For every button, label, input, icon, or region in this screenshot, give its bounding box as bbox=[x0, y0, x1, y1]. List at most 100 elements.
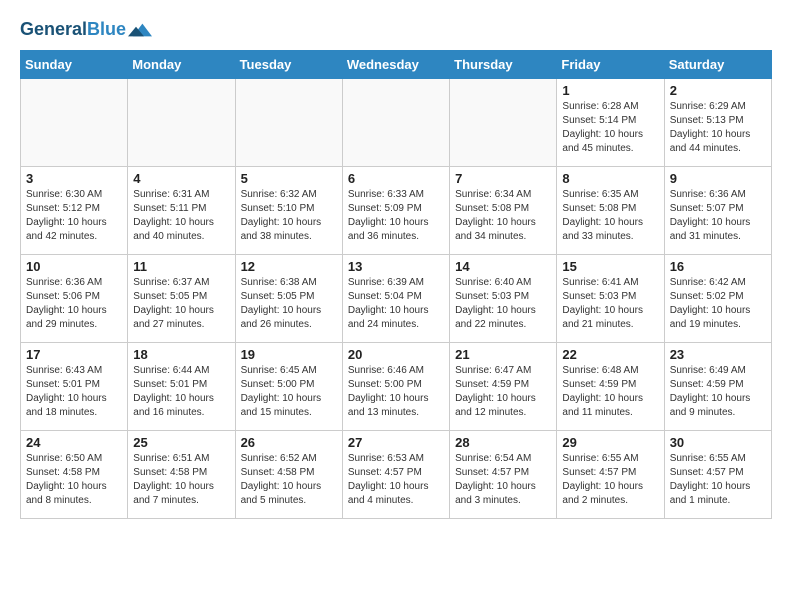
calendar-cell: 18Sunrise: 6:44 AM Sunset: 5:01 PM Dayli… bbox=[128, 343, 235, 431]
day-info: Sunrise: 6:32 AM Sunset: 5:10 PM Dayligh… bbox=[241, 188, 337, 244]
day-info: Sunrise: 6:46 AM Sunset: 5:00 PM Dayligh… bbox=[348, 364, 444, 420]
day-number: 8 bbox=[562, 171, 658, 186]
calendar-header-row: SundayMondayTuesdayWednesdayThursdayFrid… bbox=[21, 51, 772, 79]
calendar-cell: 20 Sunrise: 6:46 AM Sunset: 5:00 PM Dayli… bbox=[342, 343, 449, 431]
logo: GeneralBlue bbox=[20, 20, 152, 40]
calendar-cell: 24 Sunrise: 6:50 AM Sunset: 4:58 PM Dayli… bbox=[21, 431, 128, 519]
calendar-table: SundayMondayTuesdayWednesdayThursdayFrid… bbox=[20, 50, 772, 519]
day-number: 3 bbox=[26, 171, 122, 186]
day-info: Sunrise: 6:55 AM Sunset: 4:57 PM Dayligh… bbox=[670, 452, 766, 508]
calendar-cell: 25 Sunrise: 6:51 AM Sunset: 4:58 PM Dayli… bbox=[128, 431, 235, 519]
calendar-cell: 2 Sunrise: 6:29 AM Sunset: 5:13 PM Daylig… bbox=[664, 79, 771, 167]
day-number: 20 bbox=[348, 347, 444, 362]
weekday-header-monday: Monday bbox=[128, 51, 235, 79]
day-number: 22 bbox=[562, 347, 658, 362]
day-info: Sunrise: 6:39 AM Sunset: 5:04 PM Dayligh… bbox=[348, 276, 444, 332]
calendar-week-row: 1 Sunrise: 6:28 AM Sunset: 5:14 PM Daylig… bbox=[21, 79, 772, 167]
calendar-week-row: 3 Sunrise: 6:30 AM Sunset: 5:12 PM Daylig… bbox=[21, 167, 772, 255]
calendar-cell: 27 Sunrise: 6:53 AM Sunset: 4:57 PM Dayli… bbox=[342, 431, 449, 519]
calendar-cell: 28 Sunrise: 6:54 AM Sunset: 4:57 PM Dayli… bbox=[450, 431, 557, 519]
day-info: Sunrise: 6:44 AM Sunset: 5:01 PM Dayligh… bbox=[133, 364, 229, 420]
calendar-cell: 6 Sunrise: 6:33 AM Sunset: 5:09 PM Daylig… bbox=[342, 167, 449, 255]
calendar-cell: 23 Sunrise: 6:49 AM Sunset: 4:59 PM Dayli… bbox=[664, 343, 771, 431]
day-number: 27 bbox=[348, 435, 444, 450]
calendar-cell: 1 Sunrise: 6:28 AM Sunset: 5:14 PM Daylig… bbox=[557, 79, 664, 167]
day-info: Sunrise: 6:54 AM Sunset: 4:57 PM Dayligh… bbox=[455, 452, 551, 508]
calendar-cell bbox=[21, 79, 128, 167]
day-number: 24 bbox=[26, 435, 122, 450]
day-info: Sunrise: 6:55 AM Sunset: 4:57 PM Dayligh… bbox=[562, 452, 658, 508]
day-info: Sunrise: 6:53 AM Sunset: 4:57 PM Dayligh… bbox=[348, 452, 444, 508]
day-number: 28 bbox=[455, 435, 551, 450]
calendar-cell bbox=[128, 79, 235, 167]
day-number: 4 bbox=[133, 171, 229, 186]
day-info: Sunrise: 6:47 AM Sunset: 4:59 PM Dayligh… bbox=[455, 364, 551, 420]
day-number: 21 bbox=[455, 347, 551, 362]
day-number: 15 bbox=[562, 259, 658, 274]
day-number: 5 bbox=[241, 171, 337, 186]
calendar-cell: 21 Sunrise: 6:47 AM Sunset: 4:59 PM Dayli… bbox=[450, 343, 557, 431]
day-info: Sunrise: 6:49 AM Sunset: 4:59 PM Dayligh… bbox=[670, 364, 766, 420]
calendar-week-row: 10 Sunrise: 6:36 AM Sunset: 5:06 PM Dayli… bbox=[21, 255, 772, 343]
day-info: Sunrise: 6:40 AM Sunset: 5:03 PM Dayligh… bbox=[455, 276, 551, 332]
calendar-week-row: 24 Sunrise: 6:50 AM Sunset: 4:58 PM Dayli… bbox=[21, 431, 772, 519]
day-info: Sunrise: 6:30 AM Sunset: 5:12 PM Dayligh… bbox=[26, 188, 122, 244]
weekday-header-sunday: Sunday bbox=[21, 51, 128, 79]
calendar-cell: 15 Sunrise: 6:41 AM Sunset: 5:03 PM Dayli… bbox=[557, 255, 664, 343]
weekday-header-friday: Friday bbox=[557, 51, 664, 79]
calendar-cell bbox=[450, 79, 557, 167]
calendar-cell: 30Sunrise: 6:55 AM Sunset: 4:57 PM Dayli… bbox=[664, 431, 771, 519]
day-number: 25 bbox=[133, 435, 229, 450]
calendar-cell: 12Sunrise: 6:38 AM Sunset: 5:05 PM Dayli… bbox=[235, 255, 342, 343]
calendar-cell: 10 Sunrise: 6:36 AM Sunset: 5:06 PM Dayli… bbox=[21, 255, 128, 343]
calendar-cell: 19Sunrise: 6:45 AM Sunset: 5:00 PM Dayli… bbox=[235, 343, 342, 431]
calendar-cell: 9 Sunrise: 6:36 AM Sunset: 5:07 PM Daylig… bbox=[664, 167, 771, 255]
day-number: 11 bbox=[133, 259, 229, 274]
day-number: 6 bbox=[348, 171, 444, 186]
calendar-cell: 5 Sunrise: 6:32 AM Sunset: 5:10 PM Daylig… bbox=[235, 167, 342, 255]
day-number: 19 bbox=[241, 347, 337, 362]
calendar-cell: 11 Sunrise: 6:37 AM Sunset: 5:05 PM Dayli… bbox=[128, 255, 235, 343]
day-info: Sunrise: 6:29 AM Sunset: 5:13 PM Dayligh… bbox=[670, 100, 766, 156]
day-info: Sunrise: 6:36 AM Sunset: 5:07 PM Dayligh… bbox=[670, 188, 766, 244]
day-info: Sunrise: 6:36 AM Sunset: 5:06 PM Dayligh… bbox=[26, 276, 122, 332]
day-info: Sunrise: 6:42 AM Sunset: 5:02 PM Dayligh… bbox=[670, 276, 766, 332]
weekday-header-tuesday: Tuesday bbox=[235, 51, 342, 79]
calendar-cell: 29 Sunrise: 6:55 AM Sunset: 4:57 PM Dayli… bbox=[557, 431, 664, 519]
calendar-cell: 7Sunrise: 6:34 AM Sunset: 5:08 PM Daylig… bbox=[450, 167, 557, 255]
day-info: Sunrise: 6:43 AM Sunset: 5:01 PM Dayligh… bbox=[26, 364, 122, 420]
day-info: Sunrise: 6:51 AM Sunset: 4:58 PM Dayligh… bbox=[133, 452, 229, 508]
weekday-header-saturday: Saturday bbox=[664, 51, 771, 79]
day-number: 2 bbox=[670, 83, 766, 98]
calendar-cell bbox=[342, 79, 449, 167]
weekday-header-thursday: Thursday bbox=[450, 51, 557, 79]
calendar-cell bbox=[235, 79, 342, 167]
day-number: 1 bbox=[562, 83, 658, 98]
day-info: Sunrise: 6:33 AM Sunset: 5:09 PM Dayligh… bbox=[348, 188, 444, 244]
day-number: 23 bbox=[670, 347, 766, 362]
day-number: 10 bbox=[26, 259, 122, 274]
calendar-cell: 16 Sunrise: 6:42 AM Sunset: 5:02 PM Dayli… bbox=[664, 255, 771, 343]
day-info: Sunrise: 6:28 AM Sunset: 5:14 PM Dayligh… bbox=[562, 100, 658, 156]
day-info: Sunrise: 6:35 AM Sunset: 5:08 PM Dayligh… bbox=[562, 188, 658, 244]
day-number: 26 bbox=[241, 435, 337, 450]
day-number: 16 bbox=[670, 259, 766, 274]
logo-text: GeneralBlue bbox=[20, 20, 126, 40]
day-info: Sunrise: 6:37 AM Sunset: 5:05 PM Dayligh… bbox=[133, 276, 229, 332]
calendar-cell: 4 Sunrise: 6:31 AM Sunset: 5:11 PM Daylig… bbox=[128, 167, 235, 255]
day-number: 9 bbox=[670, 171, 766, 186]
calendar-cell: 14Sunrise: 6:40 AM Sunset: 5:03 PM Dayli… bbox=[450, 255, 557, 343]
day-number: 12 bbox=[241, 259, 337, 274]
calendar-week-row: 17 Sunrise: 6:43 AM Sunset: 5:01 PM Dayli… bbox=[21, 343, 772, 431]
day-number: 17 bbox=[26, 347, 122, 362]
day-info: Sunrise: 6:52 AM Sunset: 4:58 PM Dayligh… bbox=[241, 452, 337, 508]
calendar-cell: 26 Sunrise: 6:52 AM Sunset: 4:58 PM Dayli… bbox=[235, 431, 342, 519]
calendar-cell: 13 Sunrise: 6:39 AM Sunset: 5:04 PM Dayli… bbox=[342, 255, 449, 343]
calendar-cell: 22Sunrise: 6:48 AM Sunset: 4:59 PM Dayli… bbox=[557, 343, 664, 431]
day-number: 13 bbox=[348, 259, 444, 274]
day-info: Sunrise: 6:34 AM Sunset: 5:08 PM Dayligh… bbox=[455, 188, 551, 244]
day-info: Sunrise: 6:50 AM Sunset: 4:58 PM Dayligh… bbox=[26, 452, 122, 508]
day-info: Sunrise: 6:41 AM Sunset: 5:03 PM Dayligh… bbox=[562, 276, 658, 332]
day-info: Sunrise: 6:31 AM Sunset: 5:11 PM Dayligh… bbox=[133, 188, 229, 244]
day-number: 29 bbox=[562, 435, 658, 450]
